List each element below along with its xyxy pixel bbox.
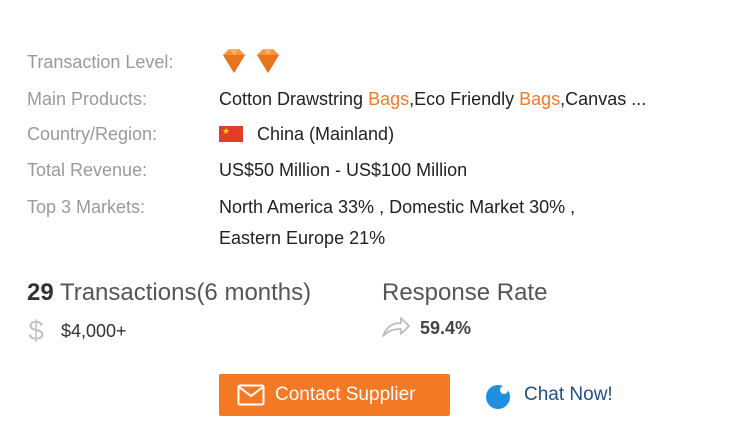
response-rate-label: Response Rate (382, 279, 548, 306)
markets-label: Top 3 Markets: (27, 197, 146, 217)
markets-row: Top 3 Markets: North America 33% , Domes… (27, 195, 717, 255)
response-rate-value: 59.4% (420, 318, 472, 338)
transactions-amount: $4,000+ (61, 321, 127, 341)
country-value: China (Mainland) (219, 122, 394, 146)
transaction-level-value (219, 47, 287, 75)
product-text: ,Canvas ... (560, 89, 647, 109)
diamond-icon (257, 49, 279, 73)
share-arrow-icon (382, 317, 410, 337)
transaction-level-row: Transaction Level: (27, 47, 717, 76)
diamond-icon (223, 49, 245, 73)
china-flag-icon (219, 125, 243, 142)
country-label: Country/Region: (27, 124, 158, 144)
product-keyword-highlight: Bags (368, 89, 410, 109)
transactions-label: Transactions(6 months) (53, 279, 312, 306)
markets-value-line1: North America 33% , Domestic Market 30% … (219, 197, 576, 217)
revenue-row: Total Revenue: US$50 Million - US$100 Mi… (27, 158, 717, 184)
country-row: Country/Region: China (Mainland) (27, 122, 717, 148)
contact-supplier-label: Contact Supplier (275, 384, 416, 405)
product-text: ,Eco Friendly (409, 89, 520, 109)
transactions-count: 29 (27, 279, 54, 306)
chat-bubble-icon (486, 385, 510, 409)
markets-value-line2: Eastern Europe 21% (219, 228, 386, 248)
product-keyword-highlight: Bags (519, 89, 561, 109)
revenue-value: US$50 Million - US$100 Million (219, 160, 468, 180)
contact-supplier-button[interactable]: Contact Supplier (219, 374, 450, 416)
revenue-label: Total Revenue: (27, 160, 148, 180)
main-products-value[interactable]: Cotton Drawstring Bags,Eco Friendly Bags… (219, 87, 646, 111)
mail-icon (237, 384, 265, 406)
main-products-label: Main Products: (27, 89, 148, 109)
dollar-icon: $ (28, 316, 44, 344)
country-name: China (Mainland) (257, 124, 395, 144)
transaction-level-label: Transaction Level: (27, 52, 174, 72)
chat-now-link[interactable]: Chat Now! (484, 381, 634, 411)
product-text: Cotton Drawstring (219, 89, 369, 109)
chat-now-label: Chat Now! (524, 384, 613, 405)
svg-text:$: $ (28, 316, 44, 344)
main-products-row: Main Products: Cotton Drawstring Bags,Ec… (27, 87, 717, 113)
transactions-heading: 29 Transactions(6 months) (27, 279, 311, 307)
